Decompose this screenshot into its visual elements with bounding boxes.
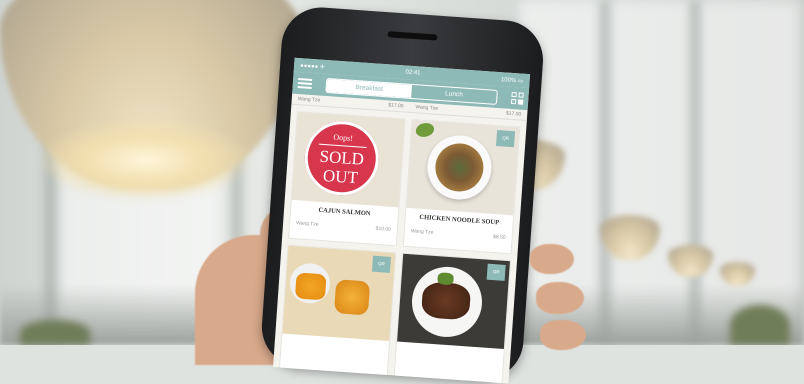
smartphone: ●●●●● ✈ 02:41 100% ▭ Breakfast Lunch Wan… — [259, 4, 546, 384]
tab-lunch[interactable]: Lunch — [411, 84, 497, 103]
price: $17.00 — [505, 110, 522, 118]
qr-badge[interactable]: QR — [371, 255, 391, 273]
sold-out-text: OUT — [322, 166, 359, 188]
menu-card[interactable]: QR CHICKEN NOODLE SOUP Wang Tze $8.50 — [402, 119, 521, 255]
tab-breakfast[interactable]: Breakfast — [326, 78, 413, 98]
sold-out-stamp: Oops! SOLD OUT — [302, 118, 382, 198]
price: $17.00 — [388, 102, 404, 110]
menu-card[interactable]: QR — [393, 252, 512, 384]
lamp-glow — [40, 120, 250, 200]
qr-badge[interactable]: QR — [486, 263, 506, 281]
menu-grid: Oops! SOLD OUT CAJUN SALMON Wang Tze $10… — [273, 105, 527, 384]
vegetable-garnish — [437, 272, 455, 286]
dish-photo: QR — [282, 245, 396, 341]
finger — [536, 282, 584, 314]
finger — [530, 244, 574, 274]
herb-garnish — [415, 122, 435, 138]
price: $8.50 — [492, 233, 506, 241]
menu-card[interactable]: Oops! SOLD OUT CAJUN SALMON Wang Tze $10… — [288, 111, 406, 247]
mango-cubes — [333, 279, 371, 316]
mango-cubes — [294, 272, 327, 301]
clock: 02:41 — [405, 69, 421, 77]
menu-card[interactable]: QR — [278, 244, 397, 380]
plant — [20, 320, 90, 345]
qr-code-icon[interactable] — [510, 91, 524, 105]
battery-indicator: 100% ▭ — [500, 76, 524, 85]
dish-photo: QR — [397, 253, 510, 350]
phone-speaker — [387, 31, 438, 41]
sold-out-caption: Oops! — [333, 132, 354, 143]
plant — [730, 305, 790, 345]
dish-photo: Oops! SOLD OUT — [291, 112, 405, 208]
restaurant-name: Wang Tze — [297, 96, 321, 104]
restaurant-name: Wang Tze — [295, 220, 319, 228]
restaurant-name: Wang Tze — [415, 104, 439, 112]
finger — [540, 320, 586, 350]
dish-photo: QR — [406, 120, 520, 216]
hamburger-menu-icon[interactable] — [297, 78, 313, 89]
grilled-meat — [420, 281, 472, 321]
qr-badge[interactable]: QR — [495, 130, 516, 148]
price: $10.00 — [375, 225, 392, 233]
carrier-signal: ●●●●● ✈ — [299, 62, 326, 71]
restaurant-name: Wang Tze — [410, 228, 434, 236]
app-screen: ●●●●● ✈ 02:41 100% ▭ Breakfast Lunch Wan… — [273, 57, 531, 384]
